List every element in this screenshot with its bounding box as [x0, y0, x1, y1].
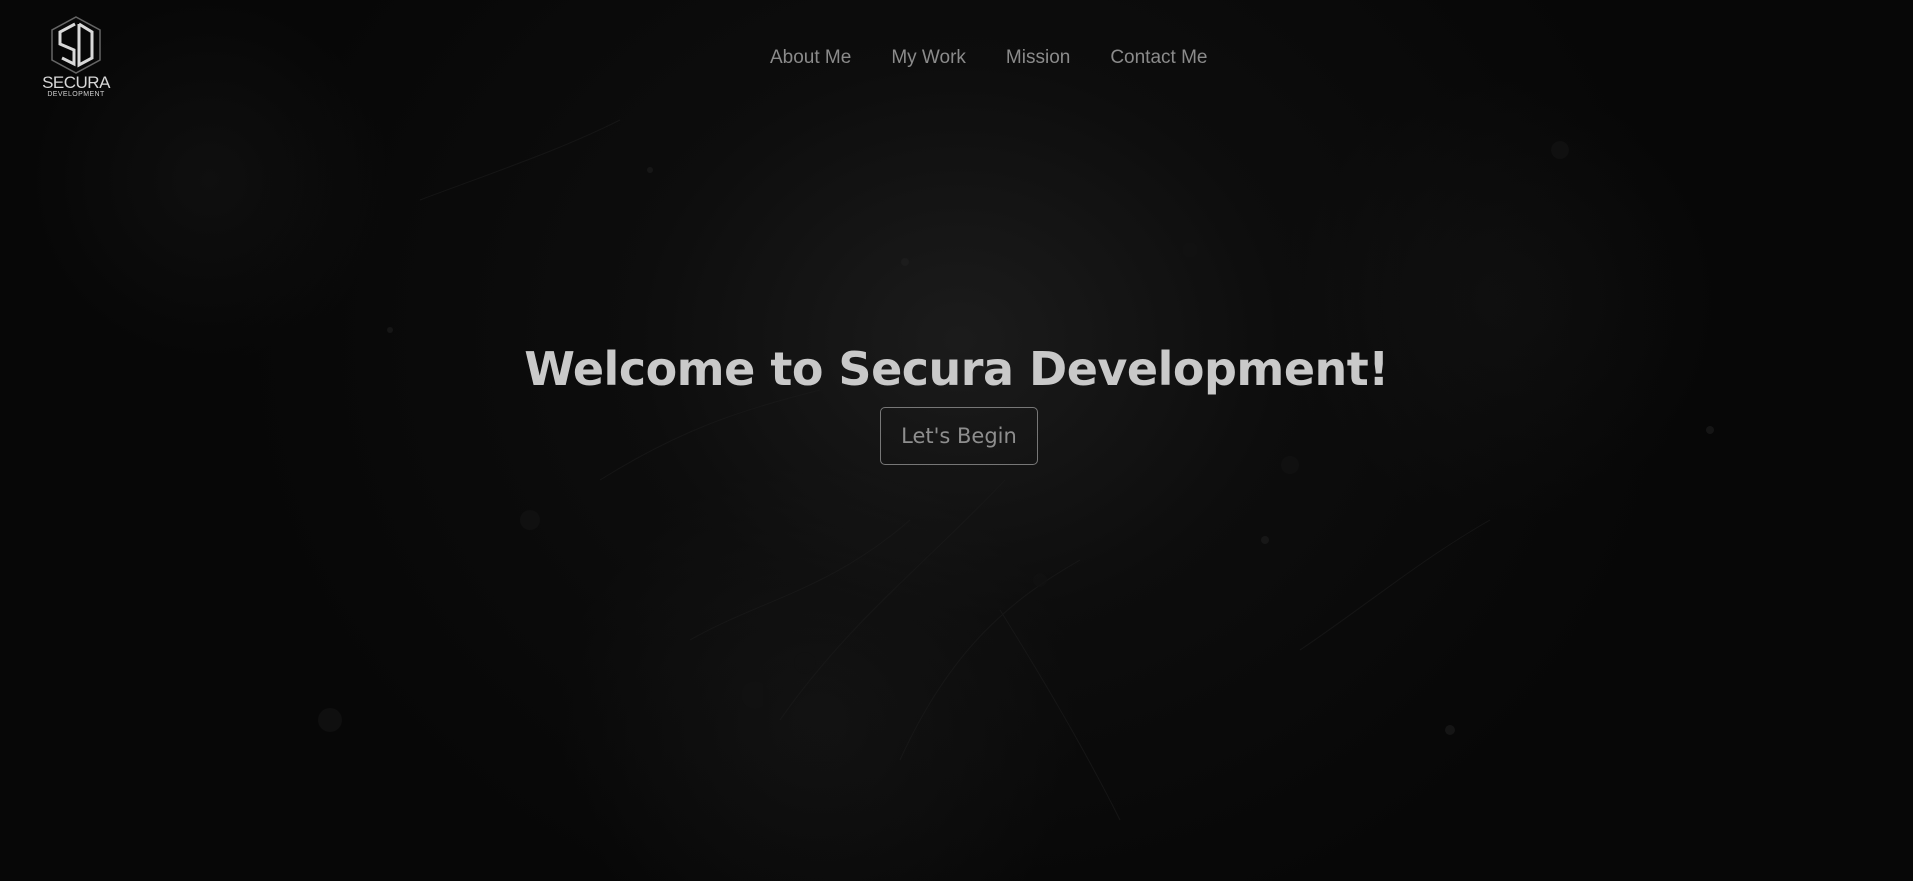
hero-title: Welcome to Secura Development!	[524, 341, 1389, 396]
nav-link-mission[interactable]: Mission	[1006, 46, 1070, 70]
nav-link-about-me[interactable]: About Me	[770, 46, 851, 70]
nav-link-contact-me[interactable]: Contact Me	[1110, 46, 1207, 70]
brand-name: SECURA	[42, 73, 110, 92]
sd-cube-logo-icon	[51, 16, 101, 74]
nav-link-my-work[interactable]: My Work	[891, 46, 966, 70]
landing-page: SECURA DEVELOPMENT About Me My Work Miss…	[0, 0, 1913, 881]
lets-begin-button[interactable]: Let's Begin	[880, 407, 1038, 465]
main-navigation: About Me My Work Mission Contact Me	[770, 46, 1207, 70]
brand-subtitle: DEVELOPMENT	[47, 91, 105, 98]
brand-logo[interactable]: SECURA DEVELOPMENT	[36, 14, 116, 106]
